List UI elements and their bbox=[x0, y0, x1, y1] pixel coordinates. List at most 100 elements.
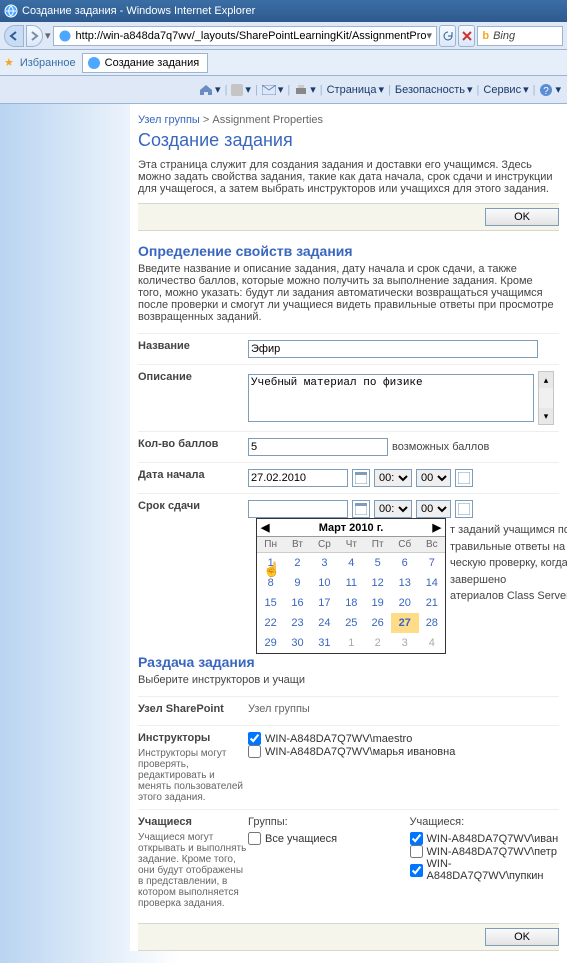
select-start-hour[interactable]: 00: bbox=[374, 469, 412, 487]
calendar-day[interactable]: 11 bbox=[338, 573, 364, 593]
calendar-day[interactable]: 25 bbox=[338, 613, 364, 633]
calendar-day[interactable]: 18 bbox=[338, 593, 364, 613]
calendar-day[interactable]: 24 bbox=[311, 613, 339, 633]
student-check[interactable]: WIN-A848DA7Q7WV\петр bbox=[410, 845, 560, 858]
calendar-day[interactable]: 22 bbox=[257, 613, 284, 633]
select-due-hour[interactable]: 00: bbox=[374, 500, 412, 518]
page-menu[interactable]: Страница▾ bbox=[327, 83, 384, 96]
groups-col-label: Группы: bbox=[248, 816, 398, 828]
tools-menu[interactable]: Сервис▾ bbox=[483, 83, 528, 96]
search-box[interactable]: b Bing bbox=[477, 26, 563, 46]
calendar-day[interactable]: 10 bbox=[311, 573, 339, 593]
input-points[interactable] bbox=[248, 438, 388, 456]
instructor-check[interactable]: WIN-A848DA7Q7WV\марья ивановна bbox=[248, 745, 455, 758]
print-icon[interactable]: ▾ bbox=[294, 83, 316, 96]
calendar-day[interactable]: 6 bbox=[391, 553, 419, 574]
search-placeholder: Bing bbox=[493, 30, 515, 42]
calendar-day[interactable]: 15 bbox=[257, 593, 284, 613]
instructor-check[interactable]: WIN-A848DA7Q7WV\maestro bbox=[248, 732, 455, 745]
breadcrumb-root[interactable]: Узел группы bbox=[138, 114, 200, 126]
calendar-day[interactable]: 8 bbox=[257, 573, 284, 593]
window-title: Создание задания - Windows Internet Expl… bbox=[22, 5, 255, 17]
calendar-grid: ПнВтСрЧтПтСбВс 1234567891011121314151617… bbox=[257, 537, 445, 653]
calendar-next[interactable]: ▶ bbox=[433, 521, 441, 534]
calendar-day[interactable]: 26 bbox=[364, 613, 390, 633]
calendar-day[interactable]: 2 bbox=[284, 553, 310, 574]
calendar-icon-start[interactable] bbox=[352, 469, 370, 487]
back-button[interactable] bbox=[4, 25, 24, 47]
select-due-min[interactable]: 00 bbox=[416, 500, 451, 518]
calendar-day[interactable]: 30 bbox=[284, 633, 310, 653]
calendar-day[interactable]: 5 bbox=[364, 553, 390, 574]
time-icon-start[interactable] bbox=[455, 469, 473, 487]
ok-button-bottom[interactable]: OK bbox=[485, 928, 559, 946]
hidden-line3: ческую проверку, когда задание завершено bbox=[450, 555, 567, 588]
input-start-date[interactable] bbox=[248, 469, 348, 487]
mail-icon[interactable]: ▾ bbox=[262, 83, 284, 96]
page-intro: Эта страница служит для создания задания… bbox=[138, 159, 559, 195]
sp-node-label: Узел SharePoint bbox=[138, 703, 248, 715]
calendar-day[interactable]: 3 bbox=[311, 553, 339, 574]
label-title: Название bbox=[138, 340, 248, 352]
help-icon[interactable]: ?▾ bbox=[539, 83, 561, 97]
calendar-day[interactable]: 17 bbox=[311, 593, 339, 613]
safety-menu[interactable]: Безопасность▾ bbox=[395, 83, 473, 96]
calendar-day[interactable]: 14 bbox=[419, 573, 445, 593]
calendar-day[interactable]: 19 bbox=[364, 593, 390, 613]
calendar-day[interactable]: 12 bbox=[364, 573, 390, 593]
calendar-day[interactable]: 2 bbox=[364, 633, 390, 653]
label-points: Кол-во баллов bbox=[138, 438, 248, 450]
section2-title: Раздача задания bbox=[138, 654, 559, 670]
refresh-button[interactable] bbox=[439, 25, 456, 47]
calendar-day[interactable]: 28 bbox=[419, 613, 445, 633]
student-check[interactable]: WIN-A848DA7Q7WV\пупкин bbox=[410, 858, 560, 882]
input-due-date[interactable] bbox=[248, 500, 348, 518]
hidden-line4: атериалов Class Server) bbox=[450, 588, 567, 605]
input-desc[interactable]: Учебный материал по физике bbox=[248, 374, 534, 422]
address-bar[interactable]: http://win-a848da7q7wv/_layouts/SharePoi… bbox=[53, 26, 438, 46]
home-icon[interactable]: ▾ bbox=[199, 83, 221, 96]
textarea-scrollbar[interactable]: ▴▾ bbox=[538, 371, 554, 425]
label-due: Срок сдачи bbox=[138, 500, 248, 512]
section2-desc: Выберите инструкторов и учащи bbox=[138, 674, 559, 686]
calendar-day[interactable]: 20 bbox=[391, 593, 419, 613]
breadcrumb-current: Assignment Properties bbox=[212, 114, 323, 126]
feed-icon[interactable]: ▾ bbox=[231, 83, 251, 96]
favorites-bar: ★ Избранное Создание задания bbox=[0, 50, 567, 76]
calendar-day[interactable]: 16 bbox=[284, 593, 310, 613]
calendar-day[interactable]: 13 bbox=[391, 573, 419, 593]
browser-tab[interactable]: Создание задания bbox=[82, 53, 209, 73]
address-dropdown[interactable]: ▾ bbox=[427, 29, 433, 42]
calendar-day[interactable]: 1 bbox=[338, 633, 364, 653]
favorites-label[interactable]: Избранное bbox=[20, 57, 76, 69]
page-title: Создание задания bbox=[138, 130, 559, 151]
stop-button[interactable] bbox=[458, 25, 475, 47]
calendar-day[interactable]: 29 bbox=[257, 633, 284, 653]
input-title[interactable] bbox=[248, 340, 538, 358]
calendar-prev[interactable]: ◀ bbox=[261, 521, 269, 534]
calendar-day[interactable]: 9 bbox=[284, 573, 310, 593]
forward-button[interactable] bbox=[26, 25, 43, 47]
student-check[interactable]: WIN-A848DA7Q7WV\иван bbox=[410, 832, 560, 845]
calendar-day[interactable]: 4 bbox=[419, 633, 445, 653]
instructors-desc: Инструкторы могут проверять, редактирова… bbox=[138, 748, 248, 803]
calendar-popup: ◀ Март 2010 г. ▶ ПнВтСрЧтПтСбВс 12345678… bbox=[256, 518, 446, 654]
students-label: Учащиеся bbox=[138, 816, 248, 828]
calendar-day[interactable]: 3 bbox=[391, 633, 419, 653]
calendar-day[interactable]: 21 bbox=[419, 593, 445, 613]
tab-title: Создание задания bbox=[105, 57, 200, 69]
all-students-check[interactable]: Все учащиеся bbox=[248, 832, 398, 845]
ok-button-top[interactable]: OK bbox=[485, 208, 559, 226]
calendar-day[interactable]: 1 bbox=[257, 553, 284, 574]
calendar-day[interactable]: 7 bbox=[419, 553, 445, 574]
calendar-day[interactable]: 31 bbox=[311, 633, 339, 653]
favorites-icon[interactable]: ★ bbox=[4, 56, 14, 69]
calendar-icon-due[interactable] bbox=[352, 500, 370, 518]
label-desc: Описание bbox=[138, 371, 248, 383]
select-start-min[interactable]: 00 bbox=[416, 469, 451, 487]
time-icon-due[interactable] bbox=[455, 500, 473, 518]
calendar-day[interactable]: 23 bbox=[284, 613, 310, 633]
hidden-line1: т заданий учащимся после сдачи. bbox=[450, 522, 567, 539]
calendar-day[interactable]: 4 bbox=[338, 553, 364, 574]
calendar-day[interactable]: 27 bbox=[391, 613, 419, 633]
